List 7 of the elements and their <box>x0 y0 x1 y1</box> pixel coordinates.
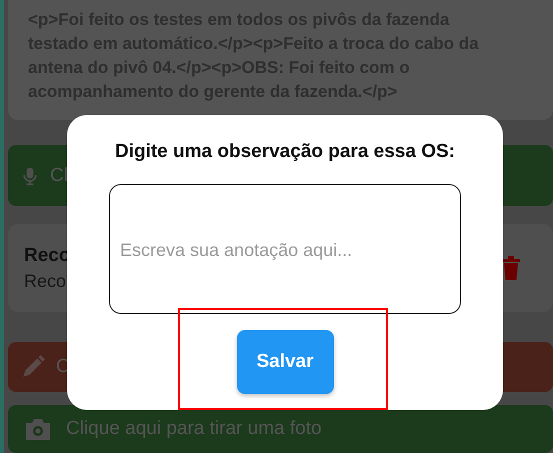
photo-button[interactable]: Clique aqui para tirar uma foto <box>8 405 553 453</box>
dialog-title: Digite uma observação para essa OS: <box>114 141 456 163</box>
trash-icon[interactable] <box>501 256 521 280</box>
recording-subtitle: Reco <box>24 270 68 292</box>
camera-icon <box>24 417 52 442</box>
save-button[interactable]: Salvar <box>236 330 334 394</box>
note-field[interactable]: Escreva sua anotação aqui... <box>109 184 461 314</box>
